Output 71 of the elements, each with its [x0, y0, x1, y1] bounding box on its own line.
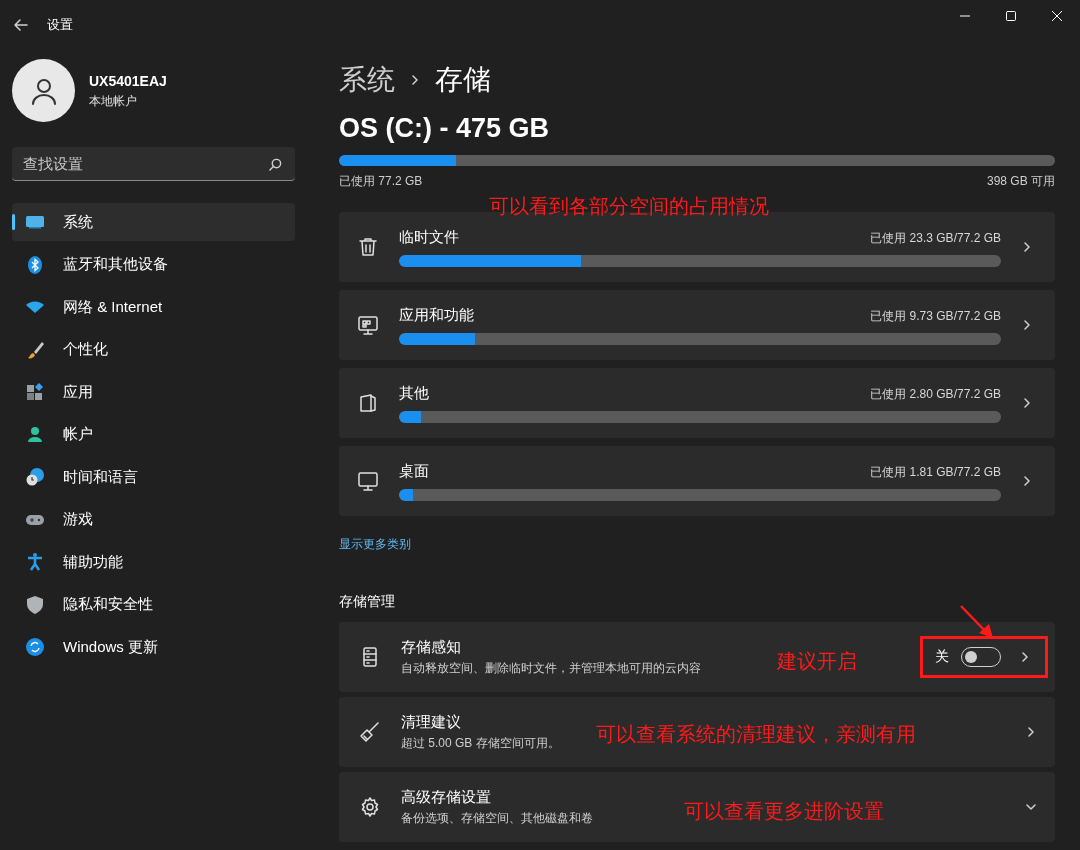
- toggle-state-label: 关: [935, 647, 949, 666]
- usage-text: 已使用 2.80 GB/77.2 GB: [870, 385, 1001, 403]
- annotation-text: 建议开启: [777, 648, 857, 674]
- monitor-icon: [357, 469, 379, 492]
- nav-item[interactable]: 时间和语言: [12, 458, 295, 496]
- setting-title: 存储感知: [401, 637, 461, 658]
- setting-description: 自动释放空间、删除临时文件，并管理本地可用的云内容: [401, 659, 701, 677]
- nav-item[interactable]: 隐私和安全性: [12, 585, 295, 624]
- sync-icon: [25, 637, 45, 657]
- chevron-right-icon: [1025, 725, 1037, 738]
- usage-text: 已使用 1.81 GB/77.2 GB: [870, 463, 1001, 481]
- chevron-right-icon: [409, 74, 421, 86]
- window-title: 设置: [47, 16, 73, 35]
- category-label: 临时文件: [399, 227, 459, 248]
- chevron-right-icon: [1021, 240, 1033, 253]
- setting-title: 清理建议: [401, 712, 461, 733]
- category-label: 桌面: [399, 461, 429, 482]
- shield-icon: [25, 594, 45, 615]
- category-card[interactable]: 其他 已使用 2.80 GB/77.2 GB: [339, 367, 1055, 438]
- chevron-right-icon: [1021, 396, 1033, 409]
- usage-text: 已使用 9.73 GB/77.2 GB: [870, 307, 1001, 325]
- maximize-icon: [1006, 11, 1016, 21]
- category-card[interactable]: 桌面 已使用 1.81 GB/77.2 GB: [339, 445, 1055, 516]
- search-field[interactable]: 查找设置: [12, 147, 295, 181]
- monitor-apps-icon: [357, 313, 379, 336]
- settings-card[interactable]: 清理建议 超过 5.00 GB 存储空间可用。 可以查看系统的清理建议，亲测有用: [339, 696, 1055, 767]
- page-title: 存储: [435, 63, 491, 97]
- settings-icon: [359, 795, 381, 818]
- chevron-right-icon: [1021, 474, 1033, 487]
- apps-icon: [25, 382, 45, 402]
- annotation-arrow: [959, 604, 995, 639]
- bluetooth-icon: [25, 254, 45, 275]
- free-space: 398 GB 可用: [986, 172, 1055, 190]
- broom-icon: [359, 720, 381, 743]
- search-icon: [269, 158, 282, 171]
- setting-title: 高级存储设置: [401, 787, 491, 808]
- category-label: 应用和功能: [399, 305, 474, 326]
- nav-item[interactable]: 应用: [12, 373, 295, 411]
- section-heading: 存储管理: [339, 591, 396, 611]
- chevron-right-icon: [1019, 650, 1031, 663]
- breadcrumb-parent[interactable]: 系统: [339, 59, 395, 101]
- used-space: 已使用 77.2 GB: [339, 172, 423, 190]
- user-name: UX5401EAJ: [89, 72, 167, 91]
- nav-item[interactable]: 网络 & Internet: [12, 288, 295, 326]
- account-type: 本地帐户: [89, 93, 138, 110]
- back-arrow-icon[interactable]: [13, 17, 29, 33]
- setting-description: 备份选项、存储空间、其他磁盘和卷: [401, 809, 593, 827]
- document-icon: [357, 391, 379, 414]
- nav-item[interactable]: 蓝牙和其他设备: [12, 245, 295, 284]
- show-more-link[interactable]: 显示更多类别: [339, 534, 411, 553]
- annotation-text: 可以查看系统的清理建议，亲测有用: [596, 721, 916, 747]
- nav-item[interactable]: 辅助功能: [12, 543, 295, 581]
- annotation-text: 可以查看更多进阶设置: [684, 798, 884, 824]
- usage-text: 已使用 23.3 GB/77.2 GB: [870, 229, 1001, 247]
- close-icon: [1052, 11, 1062, 21]
- category-label: 其他: [399, 383, 429, 404]
- chevron-right-icon: [1021, 318, 1033, 331]
- nav-item[interactable]: Windows 更新: [12, 628, 295, 666]
- nav-item[interactable]: 帐户: [12, 415, 295, 454]
- nav-item[interactable]: 游戏: [12, 500, 295, 539]
- setting-description: 超过 5.00 GB 存储空间可用。: [401, 734, 560, 752]
- person-icon: [25, 424, 45, 445]
- selection-indicator: [12, 214, 15, 230]
- drive-title: OS (C:) - 475 GB: [339, 112, 551, 145]
- globe-clock-icon: [25, 467, 45, 487]
- nav-item[interactable]: 个性化: [12, 330, 295, 369]
- nav-item[interactable]: 系统: [12, 203, 295, 241]
- settings-card[interactable]: 高级存储设置 备份选项、存储空间、其他磁盘和卷 可以查看更多进阶设置: [339, 771, 1055, 842]
- category-card[interactable]: 应用和功能 已使用 9.73 GB/77.2 GB: [339, 289, 1055, 360]
- accessibility-icon: [25, 552, 45, 572]
- trash-icon: [357, 235, 379, 258]
